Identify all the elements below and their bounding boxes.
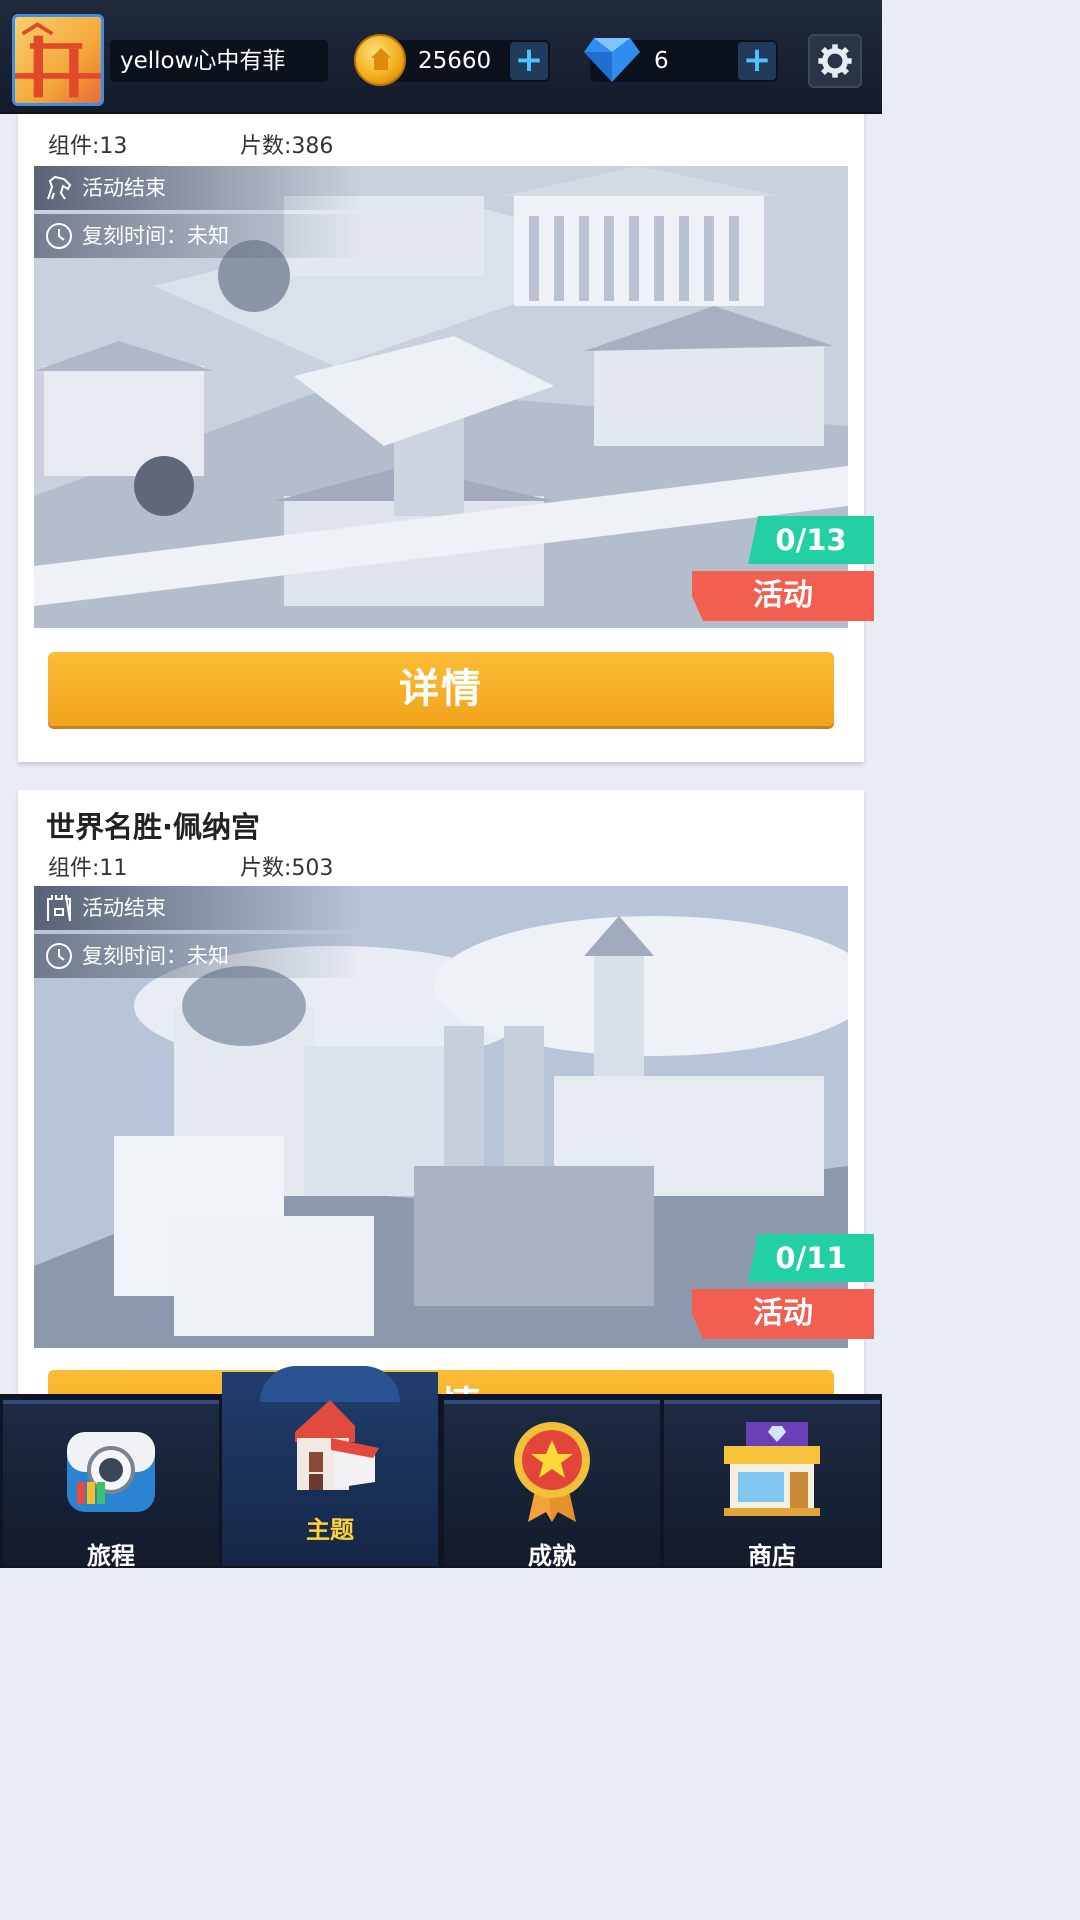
house-icon	[295, 1400, 379, 1490]
status-text: 活动结束	[82, 896, 166, 920]
reprint-text: 复刻时间：未知	[82, 224, 229, 248]
components-count: 组件:13	[48, 134, 128, 159]
theme-meta: 组件:11 片数:503	[48, 850, 333, 882]
bridge-icon	[15, 22, 101, 98]
status-bar: 活动结束	[34, 886, 364, 930]
avatar[interactable]	[12, 14, 104, 106]
theme-meta: 组件:13 片数:386	[48, 128, 333, 160]
add-coins-button[interactable]: +	[510, 42, 548, 80]
nav-tab-achievements[interactable]: 成就	[444, 1400, 660, 1570]
add-gems-button[interactable]: +	[738, 42, 776, 80]
castle-icon	[47, 894, 71, 922]
nav-tab-shop[interactable]: 商店	[664, 1400, 880, 1570]
username: yellow心中有菲	[110, 40, 328, 82]
nav-tab-journey[interactable]: 旅程	[3, 1400, 219, 1570]
diamond-icon	[584, 38, 640, 82]
event-tag: 活动	[692, 571, 874, 621]
theme-title: 世界名胜·佩纳宫	[46, 810, 261, 844]
horse-icon	[47, 175, 72, 200]
theme-card: 世界名胜·佩纳宫 组件:11 片数:503 活动结束 复刻时间：未知 0/11 …	[18, 790, 874, 1444]
progress-badge: 0/11	[748, 1234, 874, 1282]
reprint-text: 复刻时间：未知	[82, 944, 229, 968]
pieces-count: 片数:386	[240, 134, 334, 159]
event-tag: 活动	[692, 1289, 874, 1339]
gear-icon	[818, 44, 852, 78]
coin-icon	[354, 34, 406, 86]
status-bar: 活动结束	[34, 166, 364, 210]
nav-label: 成就	[528, 1542, 576, 1570]
clock-icon	[46, 943, 72, 969]
nav-label: 商店	[748, 1542, 796, 1570]
components-count: 组件:11	[48, 856, 128, 881]
gem-value: 6	[654, 48, 669, 74]
reprint-bar: 复刻时间：未知	[34, 214, 364, 258]
nav-tab-theme[interactable]: 主题	[222, 1366, 438, 1566]
pieces-count: 片数:503	[240, 856, 334, 881]
status-text: 活动结束	[82, 176, 166, 200]
medal-icon	[514, 1422, 590, 1522]
nav-label: 旅程	[87, 1542, 135, 1570]
reprint-bar: 复刻时间：未知	[34, 934, 364, 978]
settings-button[interactable]	[808, 34, 862, 88]
camera-icon	[67, 1432, 155, 1512]
top-bar: yellow心中有菲 25660 + 6 +	[0, 0, 882, 114]
theme-card: 组件:13 片数:386 活动结束 复刻时间：未知 0/13 活动 详情	[18, 96, 874, 762]
clock-icon	[46, 223, 72, 249]
bottom-nav: 旅程 主题 成就 商店	[0, 1366, 882, 1570]
progress-badge: 0/13	[748, 516, 874, 564]
coin-value: 25660	[418, 48, 492, 74]
nav-label: 主题	[306, 1516, 354, 1544]
shop-icon	[724, 1422, 820, 1516]
detail-button[interactable]: 详情	[48, 652, 834, 726]
